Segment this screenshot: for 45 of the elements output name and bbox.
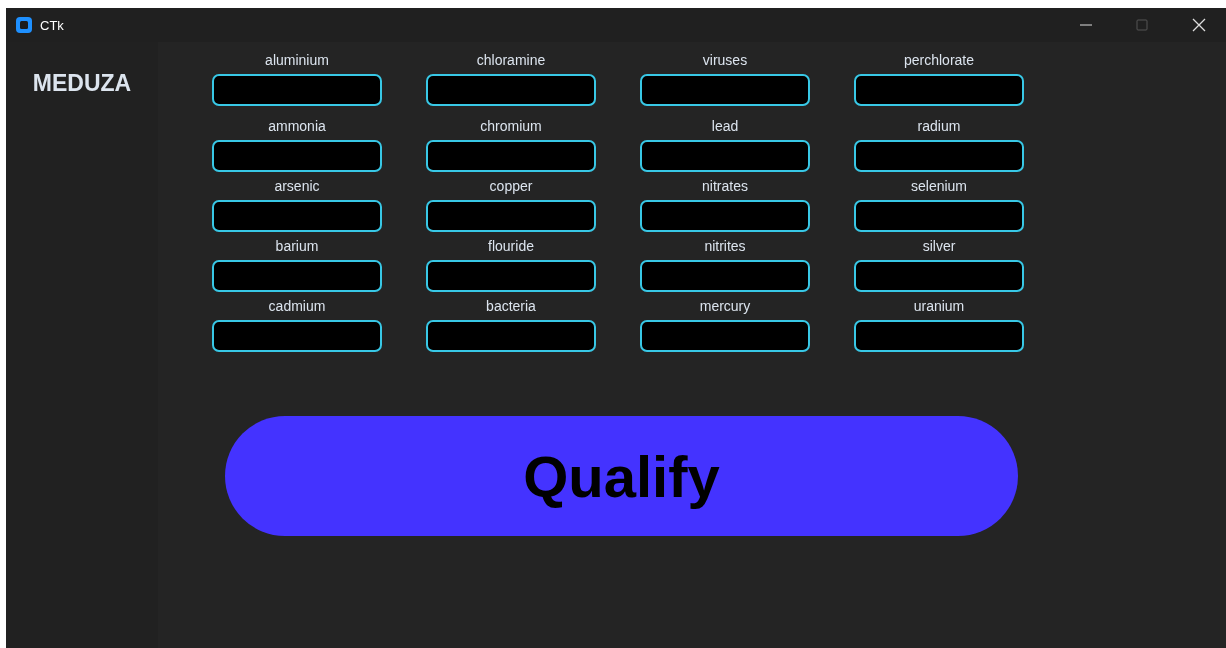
input-field[interactable]	[426, 140, 596, 172]
field-label: chloramine	[476, 51, 546, 70]
field-label: aluminium	[265, 51, 329, 70]
input-field[interactable]	[640, 140, 810, 172]
qualify-button[interactable]: Qualify	[225, 416, 1018, 536]
field-label: nitrites	[704, 237, 746, 256]
field-label: perchlorate	[903, 51, 974, 70]
input-field[interactable]	[640, 320, 810, 352]
field-label: mercury	[699, 297, 751, 316]
input-field[interactable]	[212, 74, 382, 106]
field-label: viruses	[702, 51, 748, 70]
input-field[interactable]	[212, 260, 382, 292]
field-label: chromium	[480, 117, 542, 136]
field-label: uranium	[913, 297, 965, 316]
field-label: selenium	[911, 177, 967, 196]
field-label: silver	[922, 237, 956, 256]
field-label: ammonia	[268, 117, 326, 136]
window-title: CTk	[40, 17, 64, 33]
input-field[interactable]	[854, 140, 1024, 172]
input-field[interactable]	[640, 260, 810, 292]
field-label: nitrates	[702, 177, 748, 196]
input-field[interactable]	[212, 200, 382, 232]
field-label: barium	[275, 237, 319, 256]
app-icon	[16, 17, 32, 33]
field-label: radium	[917, 117, 961, 136]
input-field[interactable]	[426, 74, 596, 106]
input-field[interactable]	[426, 320, 596, 352]
input-field[interactable]	[640, 74, 810, 106]
field-label: bacteria	[486, 297, 536, 316]
input-field[interactable]	[426, 200, 596, 232]
input-field[interactable]	[854, 74, 1024, 106]
input-field[interactable]	[212, 140, 382, 172]
input-field[interactable]	[854, 260, 1024, 292]
field-label: cadmium	[268, 297, 326, 316]
input-field[interactable]	[212, 320, 382, 352]
field-label: copper	[489, 177, 533, 196]
field-label: flouride	[488, 237, 534, 256]
input-field[interactable]	[854, 200, 1024, 232]
app-title: MEDUZA	[32, 70, 132, 98]
input-field[interactable]	[426, 260, 596, 292]
field-label: arsenic	[274, 177, 320, 196]
input-field[interactable]	[854, 320, 1024, 352]
input-field[interactable]	[640, 200, 810, 232]
field-label: lead	[711, 117, 739, 136]
close-icon[interactable]	[1192, 18, 1206, 32]
